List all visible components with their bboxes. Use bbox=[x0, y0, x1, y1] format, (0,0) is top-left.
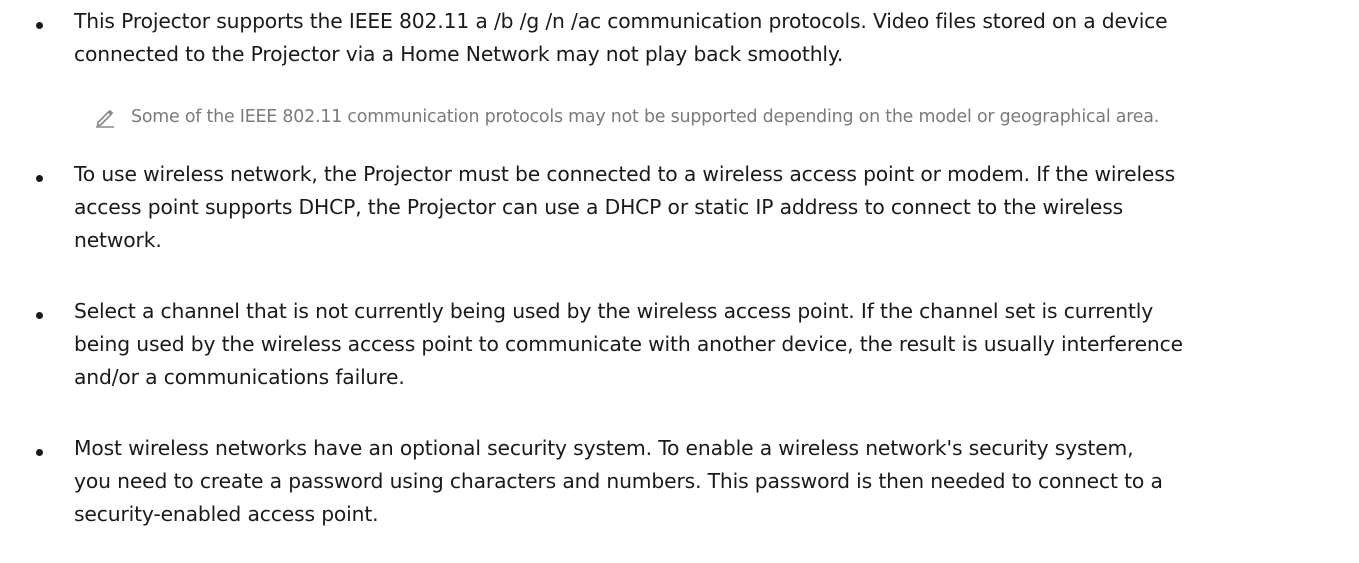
paragraph-line: you need to create a password using char… bbox=[74, 469, 1163, 493]
note-text: Some of the IEEE 802.11 communication pr… bbox=[131, 107, 1160, 127]
bullet-paragraph: Select a channel that is not currently b… bbox=[74, 295, 1344, 394]
bullet-point bbox=[36, 312, 43, 319]
paragraph-line: being used by the wireless access point … bbox=[74, 332, 1183, 356]
bullet-paragraph: Most wireless networks have an optional … bbox=[74, 432, 1344, 531]
note-callout: Some of the IEEE 802.11 communication pr… bbox=[0, 103, 1359, 133]
paragraph-line: To use wireless network, the Projector m… bbox=[74, 162, 1176, 186]
bullet-point bbox=[36, 449, 43, 456]
paragraph-line: Most wireless networks have an optional … bbox=[74, 436, 1134, 460]
paragraph-line: connected to the Projector via a Home Ne… bbox=[74, 42, 844, 66]
bullet-paragraph: To use wireless network, the Projector m… bbox=[74, 158, 1344, 257]
paragraph-line: This Projector supports the IEEE 802.11 … bbox=[74, 9, 1168, 33]
bullet-point bbox=[36, 22, 43, 29]
paragraph-line: Select a channel that is not currently b… bbox=[74, 299, 1154, 323]
paragraph-line: access point supports DHCP, the Projecto… bbox=[74, 195, 1124, 219]
paragraph-line: and/or a communications failure. bbox=[74, 365, 405, 389]
pencil-note-icon bbox=[96, 109, 114, 128]
bullet-paragraph: This Projector supports the IEEE 802.11 … bbox=[74, 5, 1344, 71]
paragraph-line: security-enabled access point. bbox=[74, 502, 379, 526]
bullet-point bbox=[36, 175, 43, 182]
paragraph-line: network. bbox=[74, 228, 162, 252]
document-page: This Projector supports the IEEE 802.11 … bbox=[0, 0, 1359, 563]
